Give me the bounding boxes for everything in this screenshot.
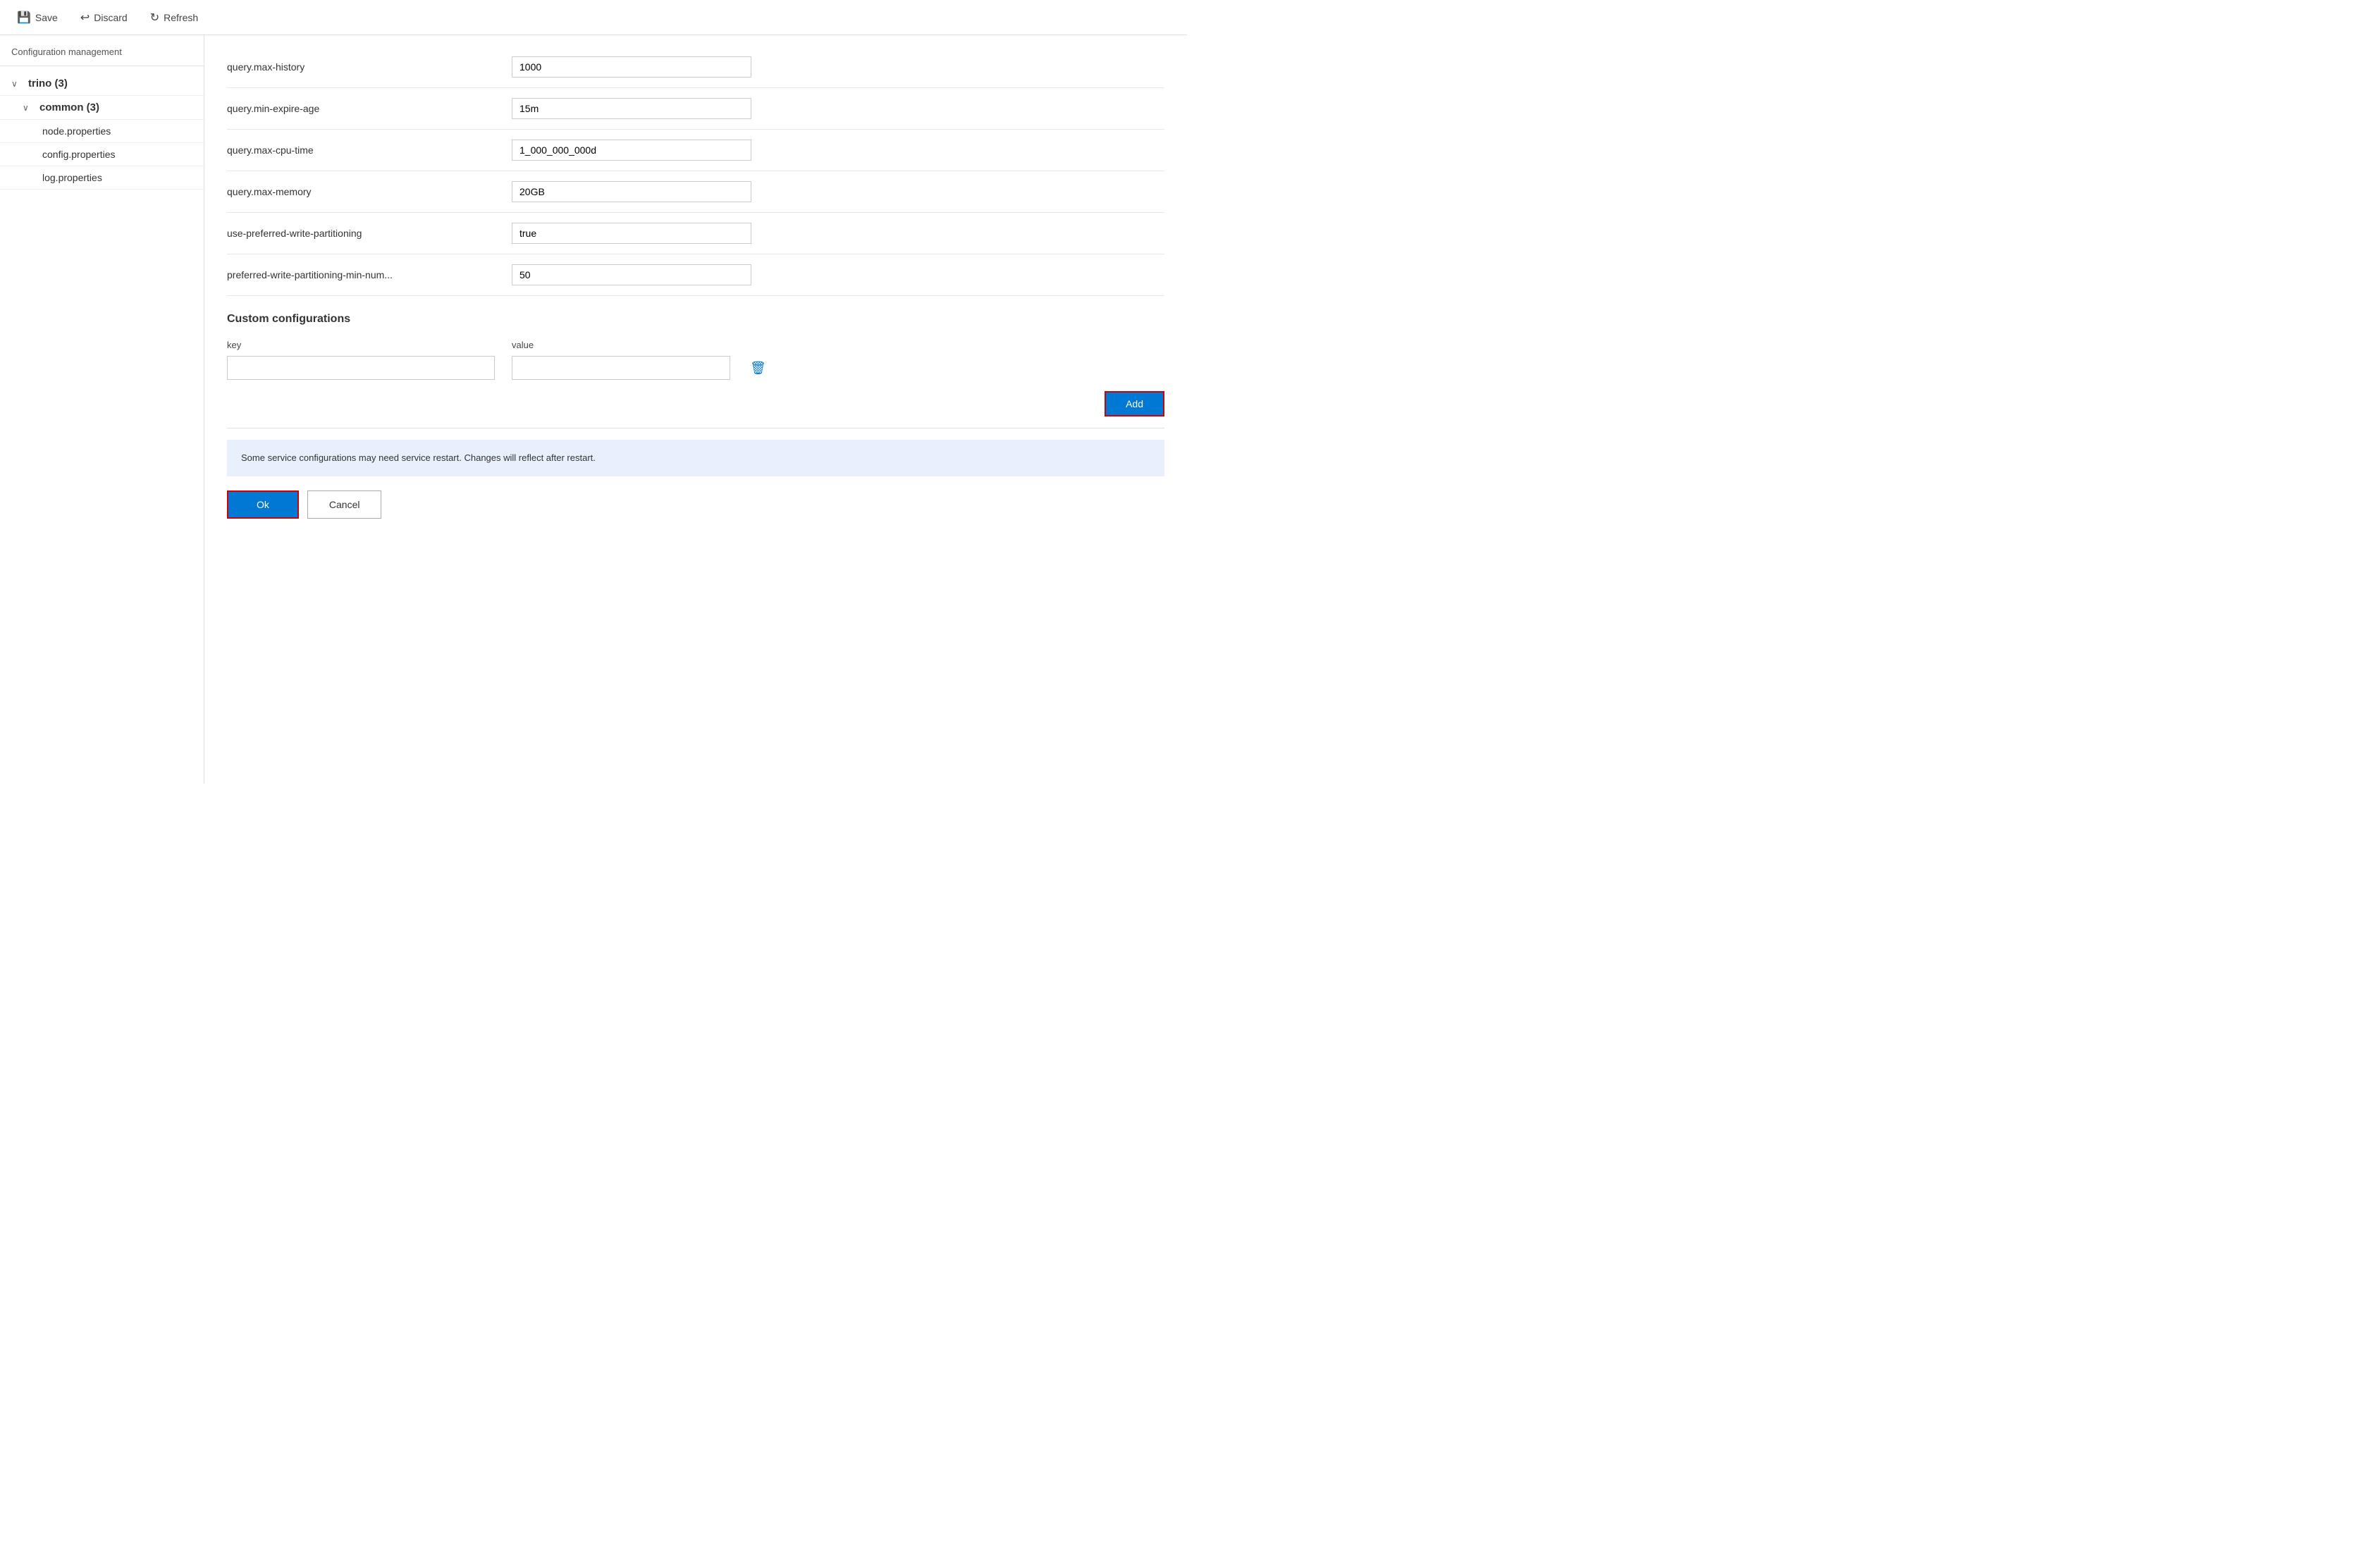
config-key-5: preferred-write-partitioning-min-num... [227, 269, 495, 280]
chevron-down-icon: ∨ [11, 79, 23, 89]
config-row: use-preferred-write-partitioning [227, 213, 1164, 254]
chevron-down-icon-common: ∨ [23, 103, 34, 113]
config-key-4: use-preferred-write-partitioning [227, 228, 495, 239]
custom-config-title: Custom configurations [227, 313, 1164, 326]
config-value-input-3[interactable] [512, 181, 751, 202]
custom-value-input[interactable] [512, 356, 730, 380]
save-button[interactable]: 💾 Save [11, 8, 63, 27]
custom-config-row: 🗑 [227, 356, 1164, 380]
left-panel: Configuration management ∨ trino (3) ∨ c… [0, 35, 204, 784]
config-section: query.max-history query.min-expire-age que… [227, 35, 1164, 519]
config-key-0: query.max-history [227, 61, 495, 73]
col-label-value: value [512, 340, 1164, 350]
config-key-1: query.min-expire-age [227, 103, 495, 114]
discard-button[interactable]: ↩ Discard [75, 8, 133, 27]
config-row: query.max-memory [227, 171, 1164, 213]
delete-custom-row-button[interactable]: 🗑 [747, 358, 769, 378]
info-banner: Some service configurations may need ser… [227, 440, 1164, 476]
trash-icon: 🗑 [750, 361, 766, 375]
add-button[interactable]: Add [1105, 391, 1164, 416]
tree-item-common[interactable]: ∨ common (3) [0, 96, 204, 120]
config-key-2: query.max-cpu-time [227, 144, 495, 156]
cancel-button[interactable]: Cancel [307, 490, 382, 519]
tree-item-trino[interactable]: ∨ trino (3) [0, 72, 204, 96]
config-row: query.min-expire-age [227, 88, 1164, 130]
tree-leaf-config-properties[interactable]: config.properties [0, 143, 204, 166]
refresh-button[interactable]: ↻ Refresh [144, 8, 204, 27]
panel-title: Configuration management [0, 35, 204, 66]
config-value-input-1[interactable] [512, 98, 751, 119]
tree-root: ∨ trino (3) ∨ common (3) node.properties… [0, 66, 204, 195]
toolbar: 💾 Save ↩ Discard ↻ Refresh [0, 0, 1187, 35]
discard-icon: ↩ [80, 11, 90, 25]
ok-button[interactable]: Ok [227, 490, 299, 519]
config-value-input-5[interactable] [512, 264, 751, 285]
main-layout: Configuration management ∨ trino (3) ∨ c… [0, 35, 1187, 784]
refresh-icon: ↻ [150, 11, 159, 25]
tree-leaf-log-properties[interactable]: log.properties [0, 166, 204, 190]
tree-leaf-node-properties[interactable]: node.properties [0, 120, 204, 143]
action-row: Ok Cancel [227, 490, 1164, 519]
config-value-input-4[interactable] [512, 223, 751, 244]
config-rows-container: query.max-history query.min-expire-age que… [227, 47, 1164, 296]
config-row: preferred-write-partitioning-min-num... [227, 254, 1164, 296]
config-row: query.max-history [227, 47, 1164, 88]
add-btn-row: Add [227, 391, 1164, 428]
right-panel: query.max-history query.min-expire-age que… [204, 35, 1187, 784]
custom-key-input[interactable] [227, 356, 495, 380]
tree-label-common: common (3) [39, 101, 99, 113]
config-row: query.max-cpu-time [227, 130, 1164, 171]
config-key-3: query.max-memory [227, 186, 495, 197]
config-value-input-2[interactable] [512, 140, 751, 161]
tree-label-trino: trino (3) [28, 78, 68, 89]
config-value-input-0[interactable] [512, 56, 751, 78]
custom-config-header: key value [227, 340, 1164, 350]
save-icon: 💾 [17, 11, 31, 25]
col-label-key: key [227, 340, 495, 350]
custom-config-section: Custom configurations key value 🗑 [227, 313, 1164, 380]
